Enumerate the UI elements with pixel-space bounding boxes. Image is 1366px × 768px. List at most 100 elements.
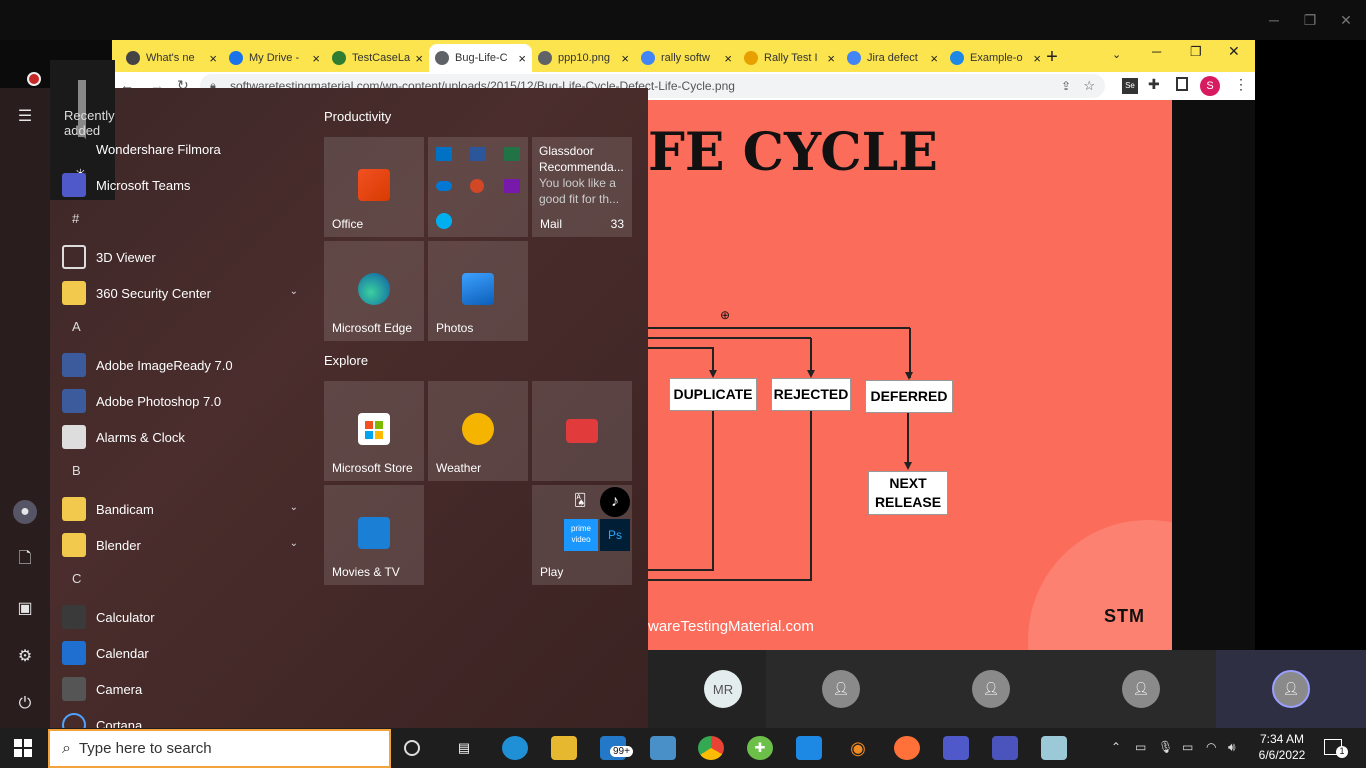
app-list-item[interactable]: Calculator [62, 600, 312, 634]
tab-close-icon[interactable]: × [621, 51, 629, 66]
tab-close-icon[interactable]: × [827, 51, 835, 66]
app-list-item[interactable]: Microsoft Teams [62, 168, 312, 202]
tab-favicon-icon [435, 51, 449, 65]
browser-minimize-icon[interactable]: ─ [1152, 44, 1161, 59]
participant-tile[interactable]: 👤︎ [1066, 650, 1216, 728]
tab-close-icon[interactable]: × [724, 51, 732, 66]
app-list-item[interactable]: Calendar [62, 636, 312, 670]
tab-4[interactable]: ppp10.png × [532, 44, 635, 72]
tab-5[interactable]: rally softw × [635, 44, 738, 72]
camera-tray-icon[interactable]: ▭ [1135, 740, 1146, 754]
user-avatar-icon[interactable]: ● [13, 500, 37, 524]
participant-tile-active[interactable]: 👤︎ [1216, 650, 1366, 728]
tab-8[interactable]: Example-o × [944, 44, 1047, 72]
green-plus-app-icon[interactable]: ✚ [747, 736, 773, 760]
tile-office-apps[interactable] [428, 137, 528, 237]
restore-icon[interactable]: ❐ [1290, 0, 1330, 40]
monitor-app-icon[interactable] [650, 736, 676, 760]
wifi-icon[interactable]: ◠ [1206, 740, 1216, 754]
share-icon[interactable]: ⇪ [1061, 74, 1071, 98]
selenium-extension-icon[interactable]: Se [1122, 78, 1138, 94]
power-icon[interactable]: ⏻ [13, 692, 37, 716]
edge-taskbar-icon[interactable] [502, 736, 528, 760]
app-list-item[interactable]: Alarms & Clock [62, 420, 312, 454]
app-list-item[interactable]: Camera [62, 672, 312, 706]
tab-1[interactable]: My Drive - × [223, 44, 326, 72]
tile-play[interactable]: 🂡 ♪ prime video Ps Play [532, 485, 632, 585]
profile-avatar[interactable]: S [1200, 76, 1220, 96]
teams-icon[interactable] [992, 736, 1018, 760]
tile-weather[interactable]: Weather [428, 381, 528, 481]
participant-tile[interactable]: 👤︎ [916, 650, 1066, 728]
tab-3[interactable]: Bug-Life-C × [429, 44, 532, 72]
microphone-icon[interactable]: 🎙︎ [1158, 740, 1173, 754]
tile-mail[interactable]: Glassdoor Recommenda... You look like a … [532, 137, 632, 237]
browser-close-icon[interactable]: ✕ [1228, 43, 1240, 60]
minimize-icon[interactable]: ─ [1254, 0, 1294, 40]
chrome-taskbar-icon[interactable] [698, 736, 724, 760]
chevron-down-icon[interactable]: ⌄ [290, 286, 298, 297]
tab-7[interactable]: Jira defect × [841, 44, 944, 72]
firefox-icon[interactable] [894, 736, 920, 760]
notification-center-icon[interactable]: 1 [1324, 739, 1348, 758]
vscode-icon[interactable] [796, 736, 822, 760]
battery-icon[interactable]: ▭ [1182, 740, 1193, 754]
app-list-item[interactable]: 3D Viewer [62, 240, 312, 274]
windows-start-icon[interactable] [14, 739, 32, 757]
mail-taskbar-icon[interactable]: 99+ [600, 736, 633, 760]
cortana-icon[interactable] [404, 740, 420, 756]
tile-edge[interactable]: Microsoft Edge [324, 241, 424, 341]
tile-photos[interactable]: Photos [428, 241, 528, 341]
tab-close-icon[interactable]: × [415, 51, 423, 66]
hamburger-icon[interactable]: ☰ [13, 104, 37, 128]
chevron-down-icon[interactable]: ⌄ [290, 538, 298, 549]
tab-search-icon[interactable]: ⌄ [1112, 48, 1121, 61]
menu-kebab-icon[interactable]: ⋮ [1234, 76, 1248, 93]
tab-close-icon[interactable]: × [209, 51, 217, 66]
app-list-letter[interactable]: C [72, 571, 81, 586]
clock[interactable]: 7:34 AM 6/6/2022 [1254, 731, 1310, 763]
app-list-item[interactable]: Wondershare Filmora [62, 132, 312, 166]
tab-close-icon[interactable]: × [312, 51, 320, 66]
tile-store[interactable]: Microsoft Store [324, 381, 424, 481]
volume-icon[interactable]: 🔊︎ [1228, 740, 1236, 755]
notepad-icon[interactable] [1041, 736, 1067, 760]
settings-gear-icon[interactable]: ⚙ [13, 644, 37, 668]
browser-restore-icon[interactable]: ❐ [1190, 44, 1202, 60]
app-label: Wondershare Filmora [96, 141, 221, 157]
teams-meeting-icon[interactable] [943, 736, 969, 760]
app-list-item[interactable]: Blender ⌄ [62, 528, 312, 562]
tab-0[interactable]: What's ne × [120, 44, 223, 72]
task-view-icon[interactable]: ▤ [451, 736, 477, 760]
app-list-letter[interactable]: B [72, 463, 81, 478]
extensions-icon[interactable]: ✚ [1148, 76, 1160, 93]
tab-close-icon[interactable]: × [930, 51, 938, 66]
close-icon[interactable]: ✕ [1326, 0, 1366, 40]
app-list-item[interactable]: Adobe Photoshop 7.0 [62, 384, 312, 418]
tab-6[interactable]: Rally Test I × [738, 44, 841, 72]
tile-news[interactable] [532, 381, 632, 481]
documents-icon[interactable]: 🗋︎ [13, 548, 37, 572]
app-list-item[interactable]: Bandicam ⌄ [62, 492, 312, 526]
tile-movies[interactable]: Movies & TV [324, 485, 424, 585]
imageready-icon [62, 353, 86, 377]
tile-office[interactable]: Office [324, 137, 424, 237]
tray-chevron-icon[interactable]: ⌃ [1111, 740, 1121, 754]
app-list-letter[interactable]: # [72, 211, 79, 226]
side-panel-icon[interactable] [1176, 77, 1188, 91]
app-list-letter[interactable]: A [72, 319, 81, 334]
taskbar-search-box[interactable]: ⌕ Type here to search [48, 729, 391, 768]
duplicate-box: DUPLICATE [669, 378, 757, 411]
new-tab-button[interactable]: + [1040, 46, 1064, 70]
bookmark-star-icon[interactable]: ☆ [1083, 74, 1095, 98]
app-list-item[interactable]: Adobe ImageReady 7.0 [62, 348, 312, 382]
pictures-icon[interactable]: ▣ [13, 596, 37, 620]
blender-icon[interactable]: ◉ [845, 736, 871, 760]
taskbar: ⌕ Type here to search ▤ 99+ ✚ ◉ ⌃ ▭ 🎙︎ ▭… [0, 728, 1366, 768]
tab-close-icon[interactable]: × [518, 51, 526, 66]
tab-2[interactable]: TestCaseLa × [326, 44, 429, 72]
file-explorer-icon[interactable] [551, 736, 577, 760]
participant-tile[interactable]: 👤︎ [766, 650, 916, 728]
chevron-down-icon[interactable]: ⌄ [290, 502, 298, 513]
app-list-item[interactable]: 360 Security Center ⌄ [62, 276, 312, 310]
